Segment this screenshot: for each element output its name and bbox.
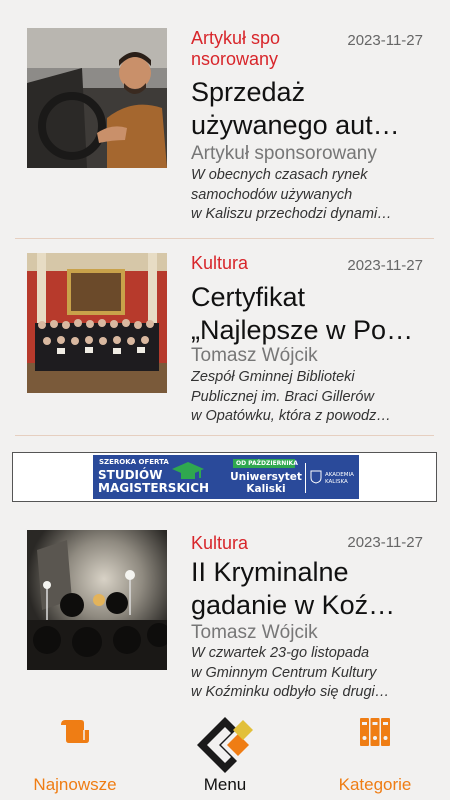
article-title-line-2[interactable]: „Najlepsze w Po… (191, 314, 427, 347)
nav-najnowsze[interactable]: Najnowsze (25, 705, 125, 800)
nav-label-menu: Menu (203, 775, 247, 794)
ad-line-magisterskich: MAGISTERSKICH (98, 481, 210, 495)
article-date: 2023-11-27 (347, 257, 423, 274)
bottom-navigation: Najnowsze Menu Kategorie (0, 705, 450, 800)
crest-icon (310, 470, 322, 484)
article-category[interactable]: Kultura (191, 533, 331, 554)
article-feed[interactable]: Artykuł spo nsorowany 2023-11-27 Sprzedaż… (0, 0, 450, 705)
article-category[interactable]: Kultura (191, 253, 331, 274)
app-logo-menu-icon (197, 717, 253, 773)
nav-menu[interactable]: Menu (175, 705, 275, 800)
ad-university-line-2: Kaliski (246, 483, 286, 495)
article-card[interactable]: Artykuł spo nsorowany 2023-11-27 Sprzedaż… (15, 28, 434, 239)
article-excerpt: Zespół Gminnej Biblioteki Publicznej im.… (191, 369, 391, 424)
article-card[interactable]: Kultura 2023-11-27 Certyfikat „Najlepsze… (15, 253, 434, 436)
article-excerpt: W obecnych czasach rynek samochodów używ… (191, 167, 392, 222)
nav-kategorie[interactable]: Kategorie (325, 705, 425, 800)
ad-divider (305, 463, 306, 493)
dark-room-event-photo (27, 530, 167, 670)
article-author: Artykuł sponsorowany (191, 143, 377, 164)
article-thumbnail[interactable] (27, 28, 167, 168)
advertisement-banner[interactable]: SZEROKA OFERTA STUDIÓW MAGISTERSKICH OD … (12, 452, 437, 502)
article-thumbnail[interactable] (27, 253, 167, 393)
ad-university-line-1: Uniwersytet (230, 471, 302, 483)
article-title-line-1[interactable]: Sprzedaż (191, 76, 427, 109)
ad-tag: OD PAŹDZIERNIKA (236, 460, 298, 467)
ad-akademia-line-2: KALISKA (325, 479, 348, 485)
binders-icon (360, 718, 390, 746)
graduation-cap-icon (172, 462, 204, 479)
nav-label-najnowsze: Najnowsze (33, 775, 117, 794)
article-author: Tomasz Wójcik (191, 622, 318, 643)
nav-label-kategorie: Kategorie (338, 775, 412, 794)
app: Artykuł spo nsorowany 2023-11-27 Sprzedaż… (0, 0, 450, 800)
article-title-line-2[interactable]: gadanie w Koź… (191, 589, 427, 622)
article-category[interactable]: Artykuł spo nsorowany (191, 28, 331, 70)
article-date: 2023-11-27 (347, 32, 423, 49)
ad-line-studiow: STUDIÓW (98, 468, 163, 482)
article-author: Tomasz Wójcik (191, 345, 318, 366)
group-photo-hall (27, 253, 167, 393)
article-title-line-2[interactable]: używanego aut… (191, 109, 427, 142)
ad-akademia-line-1: AKADEMIA (325, 472, 354, 478)
article-date: 2023-11-27 (347, 534, 423, 551)
article-excerpt: W czwartek 23-go listopada w Gminnym Cen… (191, 645, 390, 700)
ad-university-kaliski[interactable]: SZEROKA OFERTA STUDIÓW MAGISTERSKICH OD … (93, 455, 359, 499)
article-title-line-1[interactable]: II Kryminalne (191, 556, 427, 589)
article-card[interactable]: Kultura 2023-11-27 II Kryminalne gadanie… (15, 530, 434, 705)
article-title-line-1[interactable]: Certyfikat (191, 281, 427, 314)
ad-line-small: SZEROKA OFERTA (99, 458, 169, 466)
man-driving-car-photo (27, 28, 167, 168)
newspaper-scroll-icon (61, 720, 89, 743)
article-thumbnail[interactable] (27, 530, 167, 670)
